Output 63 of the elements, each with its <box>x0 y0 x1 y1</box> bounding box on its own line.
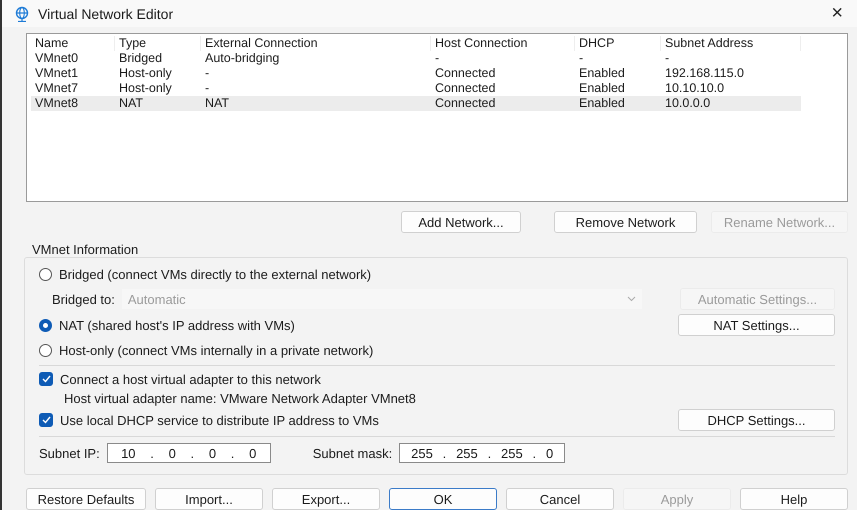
table-cell[interactable]: Enabled <box>575 96 661 111</box>
table-cell[interactable]: VMnet8 <box>31 96 115 111</box>
radio-label: Bridged (connect VMs directly to the external network) <box>59 266 372 282</box>
subnet-mask-field[interactable]: 255 . 255 . 255 . 0 <box>399 443 566 463</box>
radio-button[interactable] <box>39 268 52 280</box>
table-cell[interactable]: - <box>661 51 801 66</box>
dialog-button[interactable]: Cancel <box>506 488 614 510</box>
network-button[interactable]: Add Network... <box>401 211 521 233</box>
check-icon <box>42 416 50 424</box>
radio-button[interactable] <box>39 318 52 332</box>
checkbox[interactable] <box>39 372 53 386</box>
column-header[interactable]: Subnet Address <box>661 36 801 51</box>
check-icon <box>42 375 50 383</box>
dialog-button[interactable]: Export... <box>272 488 380 510</box>
column-header[interactable]: Host Connection <box>431 36 575 51</box>
table-cell[interactable]: Host-only <box>115 81 201 96</box>
dialog-button[interactable]: Help <box>740 488 848 510</box>
radio-button[interactable] <box>39 344 52 356</box>
table-cell[interactable]: 10.10.10.0 <box>661 81 801 96</box>
subnet-ip-field[interactable]: 10 . 0 . 0 . 0 <box>106 443 271 463</box>
table-cell[interactable]: NAT <box>201 96 431 111</box>
radio-label: Host-only (connect VMs internally in a private network) <box>59 342 374 358</box>
column-header[interactable]: External Connection <box>201 36 431 51</box>
table-cell[interactable]: NAT <box>115 96 201 111</box>
field-label: Subnet mask: <box>312 446 392 460</box>
table-cell[interactable]: 192.168.115.0 <box>661 66 801 81</box>
chevron-icon <box>626 296 636 302</box>
table-cell[interactable]: - <box>575 51 661 66</box>
table-cell[interactable]: Connected <box>431 81 575 96</box>
dhcp-settings-button[interactable]: DHCP Settings... <box>678 409 835 431</box>
table-cell[interactable]: - <box>201 81 431 96</box>
radio-label: NAT (shared host's IP address with VMs) <box>59 318 295 332</box>
column-header[interactable]: Type <box>115 36 201 51</box>
network-button[interactable]: Remove Network <box>554 211 697 233</box>
window-title: Virtual Network Editor <box>38 6 174 22</box>
group-title: VMnet Information <box>32 242 140 257</box>
table-cell[interactable]: - <box>431 51 575 66</box>
table-cell[interactable]: Auto-bridging <box>201 51 431 66</box>
adapter-name-text: Host virtual adapter name: VMware Network Adapter VMnet8 <box>64 390 416 406</box>
column-header[interactable]: Name <box>31 36 115 51</box>
table-cell[interactable]: VMnet0 <box>31 51 115 66</box>
dialog-button[interactable]: Restore Defaults <box>26 488 146 510</box>
table-cell[interactable]: Enabled <box>575 81 661 96</box>
nat-settings-button[interactable]: NAT Settings... <box>678 314 835 336</box>
globe-icon <box>14 6 30 22</box>
checkbox-label: Use local DHCP service to distribute IP address to VMs <box>60 412 379 428</box>
table-cell[interactable]: Host-only <box>115 66 201 81</box>
dialog-button[interactable]: Import... <box>155 488 263 510</box>
table-cell[interactable]: VMnet7 <box>31 81 115 96</box>
checkbox-label: Connect a host virtual adapter to this network <box>60 372 321 386</box>
table-cell[interactable]: VMnet1 <box>31 66 115 81</box>
field-label: Bridged to: <box>52 292 115 306</box>
table-cell[interactable]: Enabled <box>575 66 661 81</box>
table-cell[interactable]: Bridged <box>115 51 201 66</box>
table-cell[interactable]: Connected <box>431 66 575 81</box>
dialog-button[interactable]: OK <box>389 488 497 510</box>
field-label: Subnet IP: <box>39 446 100 460</box>
column-header[interactable]: DHCP <box>575 36 661 51</box>
table-cell[interactable]: - <box>201 66 431 81</box>
close-button[interactable]: × <box>831 2 843 25</box>
checkbox[interactable] <box>39 413 53 427</box>
table-cell[interactable]: Connected <box>431 96 575 111</box>
table-cell[interactable]: 10.0.0.0 <box>661 96 801 111</box>
